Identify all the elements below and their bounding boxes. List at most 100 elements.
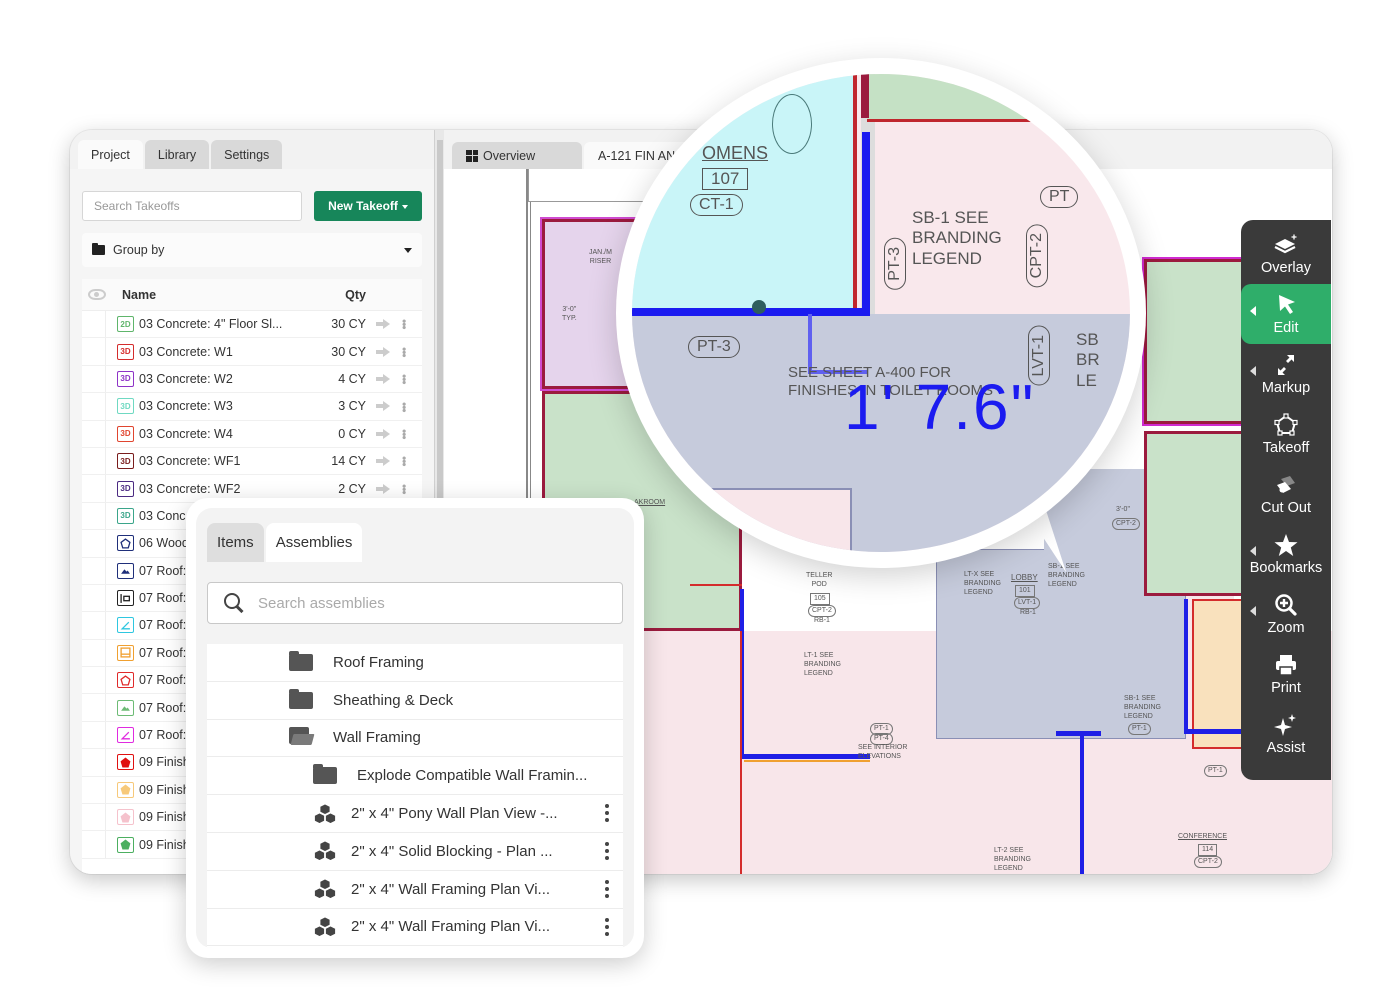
takeoff-qty: 30 CY: [331, 317, 366, 332]
tab-items[interactable]: Items: [207, 523, 264, 562]
takeoff-row[interactable]: 3D 03 Concrete: W3 3 CY •••: [82, 393, 422, 421]
takeoff-qty: 30 CY: [331, 344, 366, 359]
takeoff-row[interactable]: 3D 03 Concrete: W1 30 CY •••: [82, 338, 422, 366]
row-visibility-cell[interactable]: [82, 776, 106, 804]
column-name[interactable]: Name: [122, 288, 156, 302]
kebab-menu-icon[interactable]: [605, 841, 609, 860]
box-icon: [117, 644, 134, 661]
takeoff-row[interactable]: 2D 03 Concrete: 4" Floor Sl... 30 CY •••: [82, 311, 422, 339]
search-takeoffs-input[interactable]: [82, 191, 302, 221]
assembly-cubes-icon: [313, 878, 337, 900]
row-visibility-cell[interactable]: [82, 311, 106, 338]
arrow-right-icon[interactable]: [376, 483, 390, 494]
kebab-menu-icon[interactable]: •••: [397, 347, 416, 357]
folder-row[interactable]: Sheathing & Deck: [207, 682, 623, 720]
assembly-row[interactable]: 2" x 4" Wall Framing Plan Vi...: [207, 909, 623, 947]
mag-pt3-horizontal: PT-3: [688, 336, 740, 358]
tab-assemblies[interactable]: Assemblies: [265, 523, 363, 562]
plan-conference-number: 114: [1198, 844, 1218, 856]
row-visibility-cell[interactable]: [82, 420, 106, 447]
folder-row[interactable]: Wall Framing: [207, 720, 623, 758]
row-visibility-cell[interactable]: [82, 667, 106, 694]
assembly-label: Wall Framing: [333, 729, 421, 747]
assemblies-search[interactable]: [207, 582, 623, 624]
magnifier-view: OMENS 107 CT-1 SB-1 SEE BRANDING LEGEND PT…: [632, 74, 1130, 552]
assembly-row[interactable]: 2" x 4" Pony Wall Plan View -...: [207, 795, 623, 833]
row-visibility-cell[interactable]: [82, 831, 106, 858]
tool-markup[interactable]: Markup: [1241, 344, 1331, 404]
kebab-menu-icon[interactable]: •••: [397, 374, 416, 384]
row-visibility-cell[interactable]: [82, 338, 106, 365]
flyout-indicator-icon: [1250, 366, 1256, 376]
plan-lt2-note: LT-2 SEE BRANDING LEGEND: [994, 847, 1031, 872]
takeoff-row[interactable]: 3D 03 Concrete: WF1 14 CY •••: [82, 447, 422, 476]
tool-bookmarks[interactable]: Bookmarks: [1241, 524, 1331, 584]
column-qty[interactable]: Qty: [345, 288, 366, 302]
search-assemblies-input[interactable]: [258, 594, 588, 612]
group-by-select[interactable]: Group by: [82, 233, 422, 267]
row-visibility-cell[interactable]: [82, 584, 106, 612]
flyout-indicator-icon: [1250, 306, 1256, 316]
plan-teller-tag: CPT-2: [808, 605, 836, 617]
kebab-menu-icon[interactable]: •••: [397, 402, 416, 412]
mag-room-number: 107: [702, 168, 749, 190]
mag-sb1-note: SB-1 SEE BRANDING LEGEND: [912, 208, 1002, 268]
tool-edit[interactable]: Edit: [1241, 284, 1331, 344]
kebab-menu-icon[interactable]: [605, 917, 609, 936]
row-visibility-cell[interactable]: [82, 475, 106, 502]
arrow-right-icon[interactable]: [376, 456, 390, 467]
tool-overlay[interactable]: Overlay: [1241, 224, 1331, 284]
takeoff-qty: 3 CY: [338, 399, 366, 414]
arrow-right-icon[interactable]: [376, 319, 390, 330]
eye-icon[interactable]: [88, 289, 106, 300]
row-visibility-cell[interactable]: [82, 447, 106, 475]
arrow-right-icon[interactable]: [376, 346, 390, 357]
row-visibility-cell[interactable]: [82, 365, 106, 393]
arrow-right-icon[interactable]: [376, 428, 390, 439]
tool-takeoff[interactable]: Takeoff: [1241, 404, 1331, 464]
mag-room-tag: CT-1: [690, 194, 743, 216]
row-visibility-cell[interactable]: [82, 694, 106, 721]
expand-arrows-icon: [1278, 354, 1294, 375]
sparkle-icon: [1274, 713, 1296, 736]
tool-cut-out[interactable]: Cut Out: [1241, 464, 1331, 524]
kebab-menu-icon[interactable]: •••: [397, 429, 416, 439]
kebab-menu-icon[interactable]: •••: [397, 319, 416, 329]
assembly-row[interactable]: 2" x 4" Solid Blocking - Plan ...: [207, 833, 623, 871]
tool-print[interactable]: Print: [1241, 644, 1331, 704]
magnifier-bubble: OMENS 107 CT-1 SB-1 SEE BRANDING LEGEND PT…: [616, 58, 1146, 568]
tab-overview[interactable]: Overview: [452, 142, 582, 169]
new-takeoff-button[interactable]: New Takeoff: [314, 191, 422, 221]
kebab-menu-icon[interactable]: •••: [397, 456, 416, 466]
assembly-label: Explode Compatible Wall Framin...: [357, 767, 588, 785]
takeoff-row[interactable]: 3D 03 Concrete: W4 0 CY •••: [82, 420, 422, 448]
row-visibility-cell[interactable]: [82, 749, 106, 776]
tab-project[interactable]: Project: [78, 140, 143, 169]
kebab-menu-icon[interactable]: [605, 804, 609, 823]
tab-library[interactable]: Library: [144, 140, 210, 169]
row-visibility-cell[interactable]: [82, 804, 106, 831]
row-visibility-cell[interactable]: [82, 502, 106, 530]
row-visibility-cell[interactable]: [82, 557, 106, 584]
row-visibility-cell[interactable]: [82, 721, 106, 749]
area-polygon-icon: [117, 672, 134, 689]
arrow-right-icon[interactable]: [376, 373, 390, 384]
assembly-label: 2" x 4" Wall Framing Plan Vi...: [351, 918, 551, 936]
row-visibility-cell[interactable]: [82, 530, 106, 557]
kebab-menu-icon[interactable]: •••: [397, 484, 416, 494]
row-visibility-cell[interactable]: [82, 639, 106, 667]
tab-settings[interactable]: Settings: [211, 140, 283, 169]
tab-overview-label: Overview: [483, 148, 536, 163]
tool-zoom[interactable]: Zoom: [1241, 584, 1331, 644]
assembly-row[interactable]: 2" x 4" Wall Framing Plan Vi...: [207, 871, 623, 909]
takeoff-row[interactable]: 3D 03 Concrete: W2 4 CY •••: [82, 365, 422, 394]
plan-teller-number: 105: [810, 593, 830, 605]
kebab-menu-icon[interactable]: [605, 879, 609, 898]
assembly-cubes-icon: [313, 916, 337, 938]
tool-assist[interactable]: Assist: [1241, 704, 1331, 764]
arrow-right-icon[interactable]: [376, 401, 390, 412]
row-visibility-cell[interactable]: [82, 393, 106, 420]
folder-row[interactable]: Roof Framing: [207, 644, 623, 682]
row-visibility-cell[interactable]: [82, 612, 106, 639]
folder-row[interactable]: Explode Compatible Wall Framin...: [207, 757, 623, 796]
